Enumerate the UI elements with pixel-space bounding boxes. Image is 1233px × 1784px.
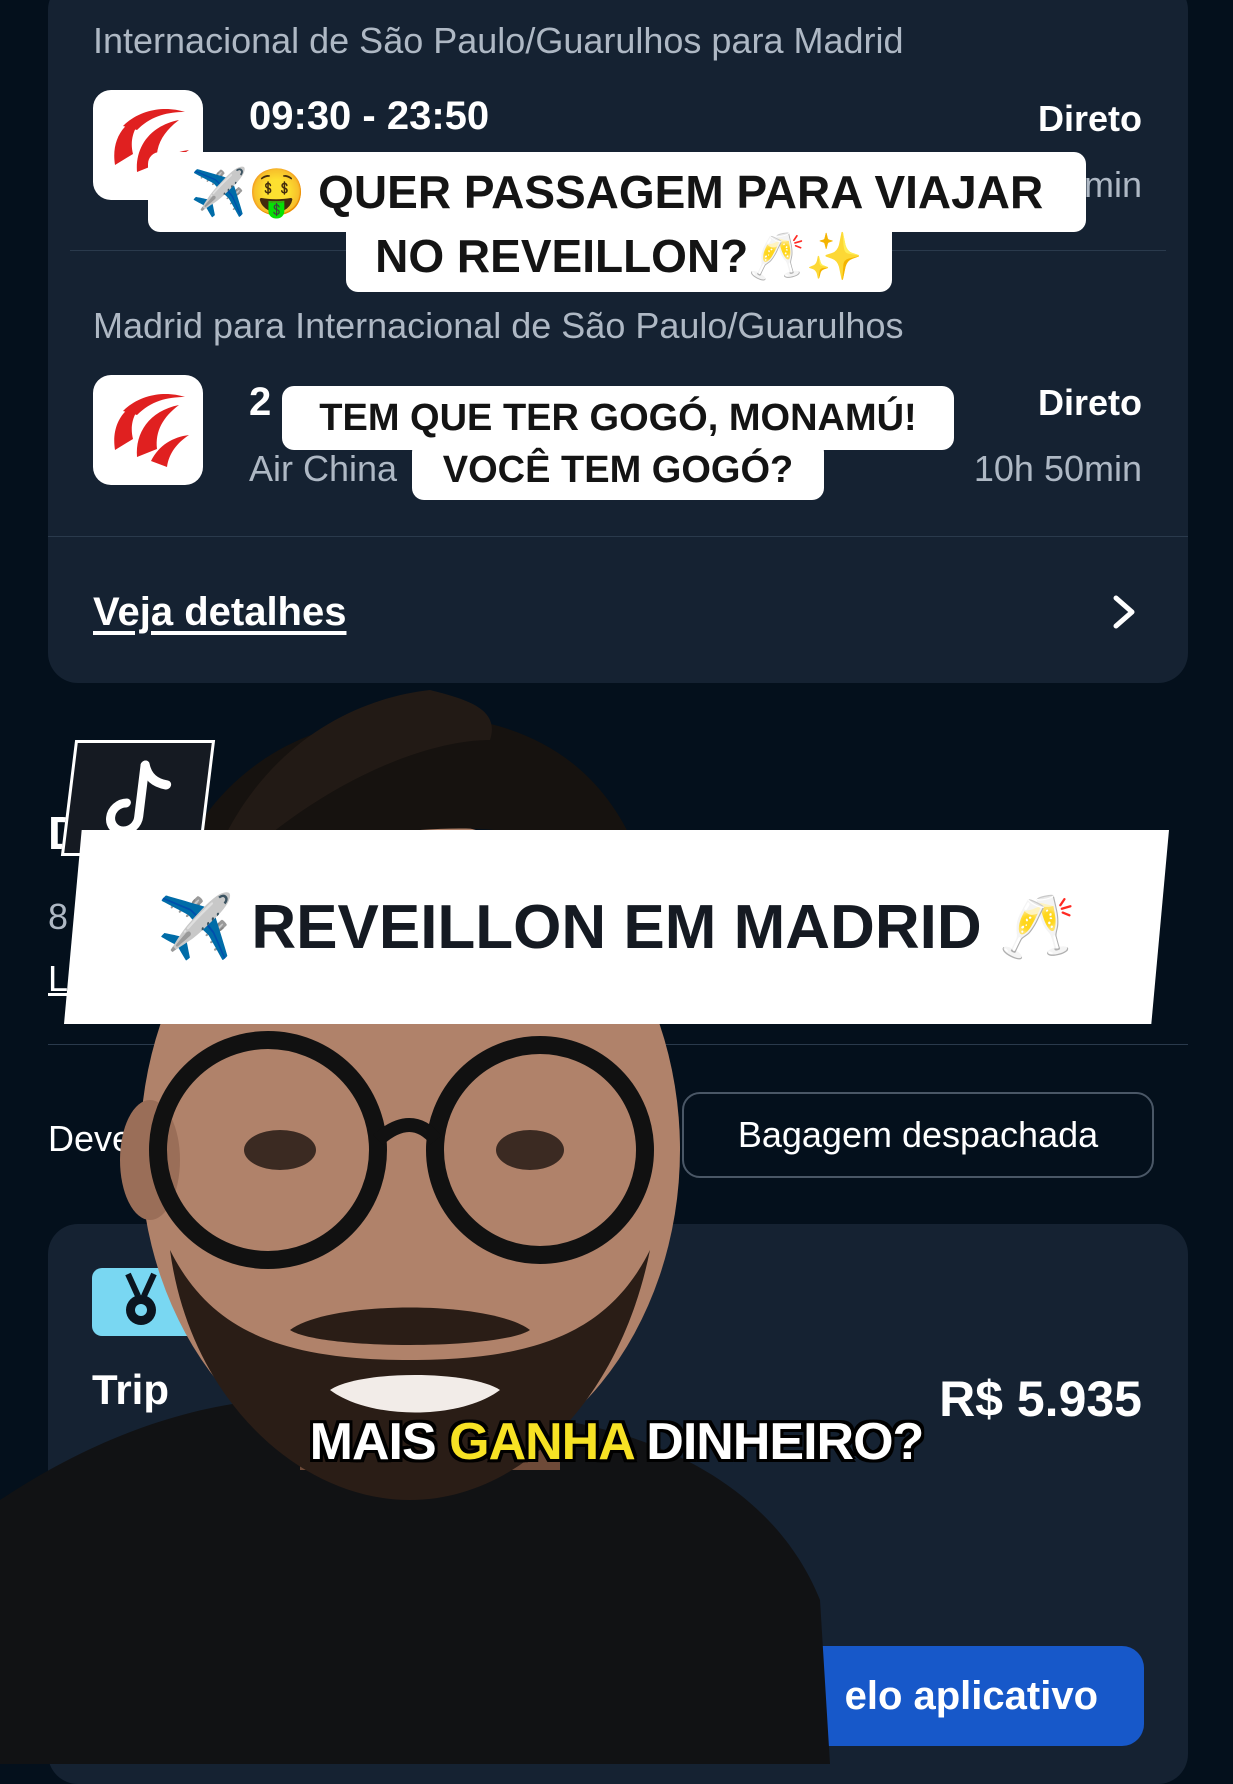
outbound-route-label: Internacional de São Paulo/Guarulhos par…: [93, 20, 904, 61]
return-route-label: Madrid para Internacional de São Paulo/G…: [93, 305, 904, 346]
return-time: 2: [249, 380, 272, 424]
section-link[interactable]: L: [48, 958, 68, 1000]
subtitle-highlight: GANHA: [449, 1413, 634, 1471]
book-in-app-button[interactable]: elo aplicativo: [800, 1646, 1144, 1746]
section-subtext: 8: [48, 896, 69, 937]
info-icon[interactable]: i: [597, 1287, 627, 1317]
card-divider: [48, 536, 1188, 537]
return-duration: 10h 50min: [973, 448, 1142, 489]
medal-icon: [125, 1272, 157, 1325]
subtitle-part-1: MAIS: [309, 1413, 450, 1471]
chevron-right-icon[interactable]: [1106, 592, 1142, 632]
subtitle-part-2: DINHEIRO?: [632, 1413, 924, 1471]
provider-name: Trip: [92, 1366, 170, 1413]
see-details-link[interactable]: Veja detalhes: [93, 590, 346, 635]
spoken-subtitle: MAIS GANHA DINHEIRO?: [0, 1412, 1233, 1472]
air-china-logo-return: [93, 375, 203, 485]
title-banner: ✈️ REVEILLON EM MADRID 🥂: [64, 830, 1169, 1024]
caption-mid-line-2: VOCÊ TEM GOGÓ?: [412, 440, 824, 500]
checked-bag-filter[interactable]: Bagagem despachada: [682, 1092, 1154, 1178]
caption-top-line-2: NO REVEILLON?🥂✨: [346, 220, 892, 292]
outbound-duration: min: [1083, 164, 1142, 205]
filter-label: Deve: [48, 1118, 133, 1159]
outbound-stops: Direto: [1037, 98, 1142, 139]
section-divider: [48, 1044, 1188, 1045]
return-stops: Direto: [1037, 382, 1142, 423]
award-badge: [92, 1268, 202, 1336]
return-airline: Air China: [249, 448, 398, 489]
outbound-time: 09:30 - 23:50: [249, 94, 490, 138]
air-china-icon: [114, 393, 189, 467]
filter-pill-hidden[interactable]: [540, 1092, 658, 1178]
